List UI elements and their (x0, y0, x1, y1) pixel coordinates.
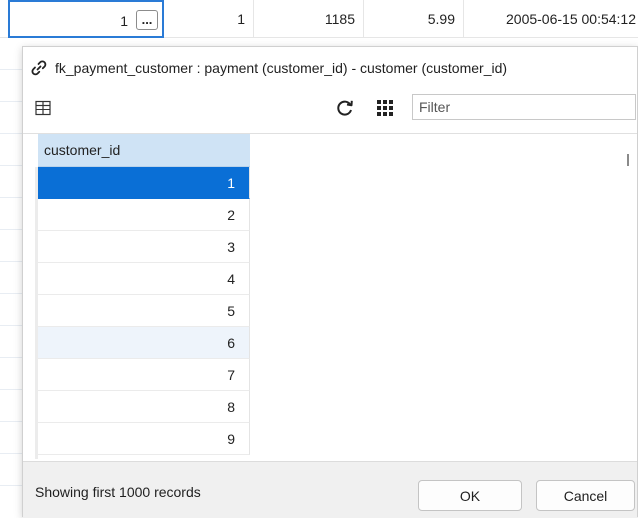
popup-title: fk_payment_customer : payment (customer_… (55, 60, 508, 76)
background-grid-row: 1 ... 1 1185 5.99 2005-06-15 00:54:12 (0, 0, 638, 38)
table-row[interactable]: 1 (38, 167, 250, 199)
grid-cell[interactable]: 1 (164, 0, 254, 38)
vertical-scrollbar[interactable] (627, 154, 629, 166)
grid-cell[interactable]: 2005-06-15 00:54:12 (464, 0, 638, 38)
grid-icon[interactable] (377, 100, 393, 116)
table-row[interactable]: 7 (38, 359, 250, 391)
cell-value: 1 (120, 13, 128, 29)
background-grid-lines (0, 38, 22, 517)
popup-title-bar: fk_payment_customer : payment (customer_… (23, 47, 637, 89)
grid-cell[interactable]: 5.99 (364, 0, 464, 38)
cancel-button[interactable]: Cancel (536, 480, 635, 511)
result-table: customer_id 1 2 3 4 5 6 7 8 9 (23, 133, 637, 459)
table-row[interactable]: 3 (38, 231, 250, 263)
ellipsis-button[interactable]: ... (136, 10, 158, 30)
table-row[interactable]: 8 (38, 391, 250, 423)
grid-cell[interactable]: 1185 (254, 0, 364, 38)
popup-toolbar (23, 89, 637, 129)
popup-footer: Showing first 1000 records OK Cancel (23, 461, 637, 518)
table-rows: 1 2 3 4 5 6 7 8 9 (38, 167, 250, 455)
records-status: Showing first 1000 records (35, 484, 201, 500)
table-row[interactable]: 5 (38, 295, 250, 327)
columns-icon[interactable] (35, 100, 51, 116)
column-header-customer-id[interactable]: customer_id (38, 134, 250, 167)
table-row[interactable]: 4 (38, 263, 250, 295)
refresh-icon[interactable] (335, 98, 355, 118)
active-grid-cell[interactable]: 1 ... (8, 0, 164, 38)
table-row[interactable]: 6 (38, 327, 250, 359)
table-row[interactable]: 2 (38, 199, 250, 231)
filter-input[interactable] (412, 94, 636, 120)
link-icon (31, 60, 47, 76)
ok-button[interactable]: OK (418, 480, 522, 511)
table-row[interactable]: 9 (38, 423, 250, 455)
fk-lookup-popup: fk_payment_customer : payment (customer_… (22, 46, 638, 518)
